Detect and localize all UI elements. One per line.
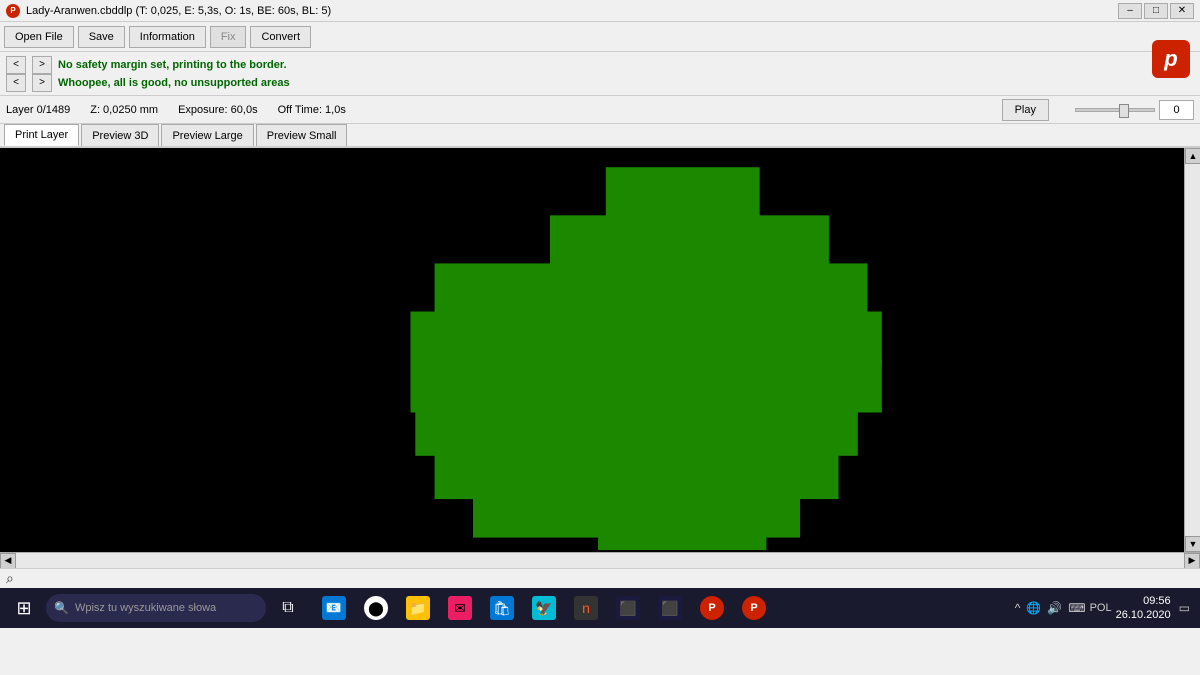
search-bar[interactable]: 🔍 Wpisz tu wyszukiwane słowa xyxy=(46,594,266,622)
taskbar-app6[interactable]: 🦅 xyxy=(524,588,564,628)
app8-icon: ⬛ xyxy=(616,596,640,620)
taskbar-prusa2[interactable]: P xyxy=(734,588,774,628)
save-button[interactable]: Save xyxy=(78,26,125,48)
z-value: Z: 0,0250 mm xyxy=(90,104,158,116)
play-button[interactable]: Play xyxy=(1002,99,1049,121)
app6-icon: 🦅 xyxy=(532,596,556,620)
app9-icon: ⬛ xyxy=(658,596,682,620)
maximize-button[interactable]: □ xyxy=(1144,3,1168,19)
toolbar: Open File Save Information Fix Convert p xyxy=(0,22,1200,52)
scroll-up-button[interactable]: ▲ xyxy=(1185,148,1200,164)
prusa2-icon: P xyxy=(742,596,766,620)
tab-bar: Print Layer Preview 3D Preview Large Pre… xyxy=(0,124,1200,148)
minimize-button[interactable]: – xyxy=(1118,3,1142,19)
exposure-value: Exposure: 60,0s xyxy=(178,104,258,116)
titlebar: P Lady-Aranwen.cbddlp (T: 0,025, E: 5,3s… xyxy=(0,0,1200,22)
tray-chevron[interactable]: ^ xyxy=(1015,601,1021,615)
slider-track[interactable] xyxy=(1075,108,1155,112)
tray-keyboard[interactable]: ⌨ xyxy=(1068,601,1085,615)
tab-preview-3d[interactable]: Preview 3D xyxy=(81,124,159,146)
store-icon: 🛍 xyxy=(490,596,514,620)
scroll-left-button[interactable]: ◀ xyxy=(0,553,16,569)
open-file-button[interactable]: Open File xyxy=(4,26,74,48)
layer-number: Layer 0/1489 xyxy=(6,104,70,116)
taskbar-app7[interactable]: n xyxy=(566,588,606,628)
vertical-scrollbar[interactable]: ▲ ▼ xyxy=(1184,148,1200,552)
chrome-icon: ⬤ xyxy=(364,596,388,620)
taskview-icon: ⧉ xyxy=(282,599,293,617)
slider-thumb[interactable] xyxy=(1119,104,1129,118)
clock-date: 26.10.2020 xyxy=(1116,608,1171,622)
taskbar-mail[interactable]: ✉ xyxy=(440,588,480,628)
taskbar-app9[interactable]: ⬛ xyxy=(650,588,690,628)
logo-icon: p xyxy=(1152,40,1190,78)
scroll-track-h[interactable] xyxy=(16,553,1184,569)
tray-icons: ^ 🌐 🔊 ⌨ xyxy=(1015,601,1086,615)
nav-next-button[interactable]: > xyxy=(32,56,52,74)
search-placeholder: Wpisz tu wyszukiwane słowa xyxy=(75,602,216,614)
tray-language[interactable]: POL xyxy=(1090,602,1112,614)
nav-next2-button[interactable]: > xyxy=(32,74,52,92)
taskbar: ⊞ 🔍 Wpisz tu wyszukiwane słowa ⧉ 📧 ⬤ 📁 ✉… xyxy=(0,588,1200,628)
window-controls[interactable]: – □ ✕ xyxy=(1118,3,1194,19)
tab-preview-large[interactable]: Preview Large xyxy=(161,124,253,146)
tab-print-layer[interactable]: Print Layer xyxy=(4,124,79,146)
explorer-icon: 📁 xyxy=(406,596,430,620)
status-bar: ⌕ xyxy=(0,568,1200,588)
layer-preview-svg xyxy=(0,148,1200,552)
offtime-value: Off Time: 1,0s xyxy=(278,104,346,116)
information-button[interactable]: Information xyxy=(129,26,206,48)
nav-prev-button[interactable]: < xyxy=(6,56,26,74)
taskbar-prusa[interactable]: P xyxy=(692,588,732,628)
status-icon: ⌕ xyxy=(6,570,14,587)
app-logo-small: P xyxy=(10,6,15,15)
scroll-right-button[interactable]: ▶ xyxy=(1184,553,1200,569)
horizontal-scrollbar[interactable]: ◀ ▶ xyxy=(0,552,1200,568)
support-info: Whoopee, all is good, no unsupported are… xyxy=(58,75,290,91)
taskbar-store[interactable]: 🛍 xyxy=(482,588,522,628)
scroll-track-v[interactable] xyxy=(1185,164,1200,536)
layer-bar: Layer 0/1489 Z: 0,0250 mm Exposure: 60,0… xyxy=(0,96,1200,124)
start-button[interactable]: ⊞ xyxy=(4,588,44,628)
taskbar-explorer[interactable]: 📁 xyxy=(398,588,438,628)
tray-network[interactable]: 🌐 xyxy=(1026,601,1041,615)
slider-value[interactable]: 0 xyxy=(1159,100,1194,120)
mail-icon: ✉ xyxy=(448,596,472,620)
task-view-button[interactable]: ⧉ xyxy=(268,588,308,628)
layer-slider-container: 0 xyxy=(1075,100,1194,120)
fix-button[interactable]: Fix xyxy=(210,26,247,48)
show-desktop-button[interactable]: ▭ xyxy=(1179,601,1190,615)
taskbar-chrome[interactable]: ⬤ xyxy=(356,588,396,628)
system-tray: ^ 🌐 🔊 ⌨ POL 09:56 26.10.2020 ▭ xyxy=(1015,594,1196,622)
taskbar-app8[interactable]: ⬛ xyxy=(608,588,648,628)
canvas-area[interactable] xyxy=(0,148,1200,552)
clock-time: 09:56 xyxy=(1116,594,1171,608)
taskbar-apps: 📧 ⬤ 📁 ✉ 🛍 🦅 n ⬛ ⬛ P P xyxy=(314,588,774,628)
outlook-icon: 📧 xyxy=(322,596,346,620)
tray-volume[interactable]: 🔊 xyxy=(1047,601,1062,615)
main-area: ▲ ▼ ◀ ▶ xyxy=(0,148,1200,568)
clock[interactable]: 09:56 26.10.2020 xyxy=(1116,594,1175,622)
search-icon: 🔍 xyxy=(54,601,69,615)
app-logo: p xyxy=(1146,29,1196,89)
prusa-icon: P xyxy=(700,596,724,620)
window-title: Lady-Aranwen.cbddlp (T: 0,025, E: 5,3s, … xyxy=(26,5,331,17)
info-bar: < > No safety margin set, printing to th… xyxy=(0,52,1200,96)
tab-preview-small[interactable]: Preview Small xyxy=(256,124,348,146)
windows-icon: ⊞ xyxy=(16,598,31,619)
safety-margin-info: No safety margin set, printing to the bo… xyxy=(58,57,287,73)
convert-button[interactable]: Convert xyxy=(250,26,311,48)
close-button[interactable]: ✕ xyxy=(1170,3,1194,19)
taskbar-outlook[interactable]: 📧 xyxy=(314,588,354,628)
scroll-down-button[interactable]: ▼ xyxy=(1185,536,1200,552)
app7-icon: n xyxy=(574,596,598,620)
nav-prev2-button[interactable]: < xyxy=(6,74,26,92)
